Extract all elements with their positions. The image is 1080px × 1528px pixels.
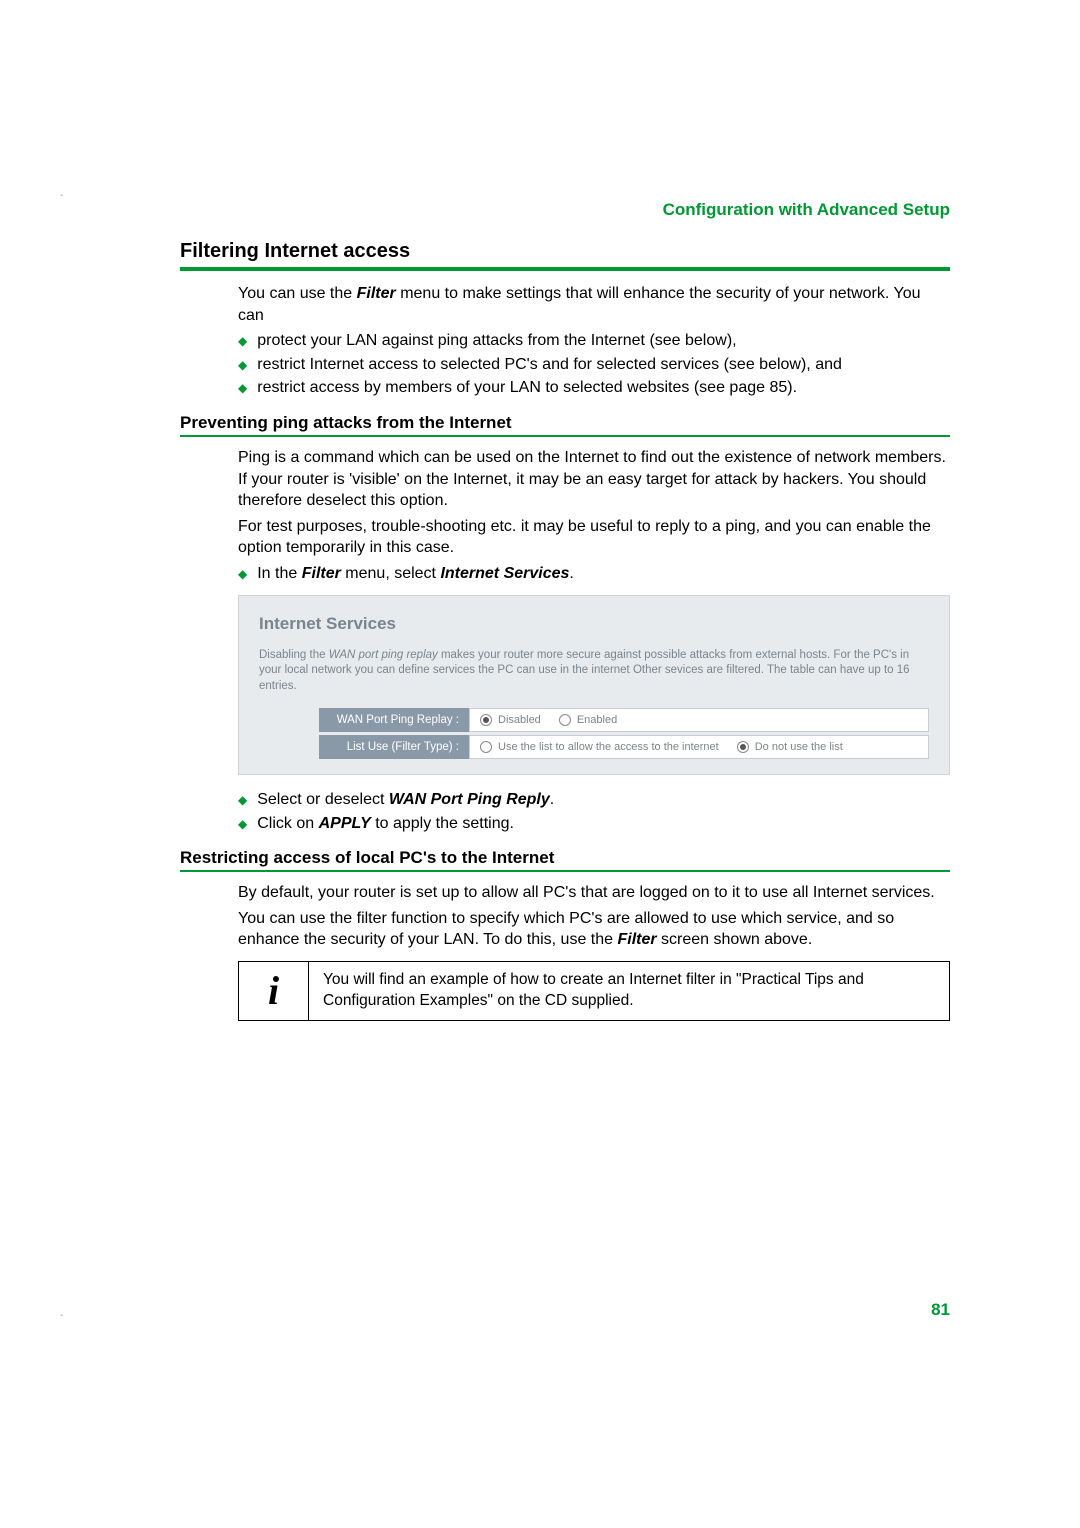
info-icon: i — [239, 962, 309, 1020]
text: In the — [257, 565, 301, 582]
text: menu, select — [341, 565, 441, 582]
info-callout: i You will find an example of how to cre… — [238, 961, 950, 1021]
ping-paragraph-2: For test purposes, trouble-shooting etc.… — [238, 516, 950, 559]
text: . — [550, 791, 554, 808]
text: Click on — [257, 815, 318, 832]
radio-disabled[interactable] — [480, 714, 492, 726]
bullet-text: protect your LAN against ping attacks fr… — [257, 330, 736, 352]
field-value: Disabled Enabled — [469, 708, 929, 732]
step-item: ◆ Click on APPLY to apply the setting. — [238, 813, 950, 835]
crop-mark-top: - — [60, 190, 63, 201]
bullet-item: ◆ restrict Internet access to selected P… — [238, 354, 950, 376]
info-text: You will find an example of how to creat… — [309, 962, 949, 1020]
text: Select or deselect — [257, 791, 389, 808]
step-item: ◆ Select or deselect WAN Port Ping Reply… — [238, 789, 950, 811]
bullet-text: restrict Internet access to selected PC'… — [257, 354, 842, 376]
step-text: Select or deselect WAN Port Ping Reply. — [257, 789, 554, 811]
field-label: WAN Port Ping Replay : — [319, 708, 469, 732]
bullet-icon: ◆ — [238, 563, 247, 585]
radio-do-not-use-list[interactable] — [737, 741, 749, 753]
radio-label: Enabled — [577, 714, 617, 726]
router-screenshot: Internet Services Disabling the WAN port… — [238, 595, 950, 776]
bullet-icon: ◆ — [238, 789, 247, 811]
crop-mark-bottom: - — [60, 1310, 63, 1321]
heading-filtering-internet: Filtering Internet access — [180, 240, 950, 263]
bullet-item: ◆ protect your LAN against ping attacks … — [238, 330, 950, 352]
bullet-icon: ◆ — [238, 813, 247, 835]
filter-keyword: Filter — [357, 285, 396, 302]
heading-rule — [180, 267, 950, 271]
radio-label: Use the list to allow the access to the … — [498, 741, 719, 753]
heading-preventing-ping: Preventing ping attacks from the Interne… — [180, 413, 950, 433]
text: screen shown above. — [657, 931, 813, 948]
page-number: 81 — [931, 1300, 950, 1320]
bullet-item: ◆ restrict access by members of your LAN… — [238, 377, 950, 399]
heading-rule — [180, 870, 950, 872]
bullet-icon: ◆ — [238, 330, 247, 352]
screenshot-row-wan-ping: WAN Port Ping Replay : Disabled Enabled — [319, 708, 929, 732]
heading-restricting-access: Restricting access of local PC's to the … — [180, 848, 950, 868]
wan-port-ping-replay-italic: WAN port ping replay — [329, 649, 438, 661]
radio-label: Disabled — [498, 714, 541, 726]
screenshot-row-list-use: List Use (Filter Type) : Use the list to… — [319, 735, 929, 759]
intro-paragraph: You can use the Filter menu to make sett… — [238, 283, 950, 326]
internet-services-keyword: Internet Services — [440, 565, 569, 582]
filter-keyword: Filter — [617, 931, 656, 948]
section-header: Configuration with Advanced Setup — [180, 200, 950, 220]
bullet-icon: ◆ — [238, 377, 247, 399]
restrict-paragraph-2: You can use the filter function to speci… — [238, 908, 950, 951]
screenshot-description: Disabling the WAN port ping replay makes… — [259, 648, 929, 695]
step-text: In the Filter menu, select Internet Serv… — [257, 563, 574, 585]
field-value: Use the list to allow the access to the … — [469, 735, 929, 759]
step-text: Click on APPLY to apply the setting. — [257, 813, 514, 835]
wan-port-ping-reply-keyword: WAN Port Ping Reply — [389, 791, 550, 808]
filter-keyword: Filter — [302, 565, 341, 582]
radio-label: Do not use the list — [755, 741, 843, 753]
field-label: List Use (Filter Type) : — [319, 735, 469, 759]
screenshot-title: Internet Services — [259, 614, 929, 634]
heading-rule — [180, 435, 950, 437]
bullet-text: restrict access by members of your LAN t… — [257, 377, 797, 399]
restrict-paragraph-1: By default, your router is set up to all… — [238, 882, 950, 904]
radio-enabled[interactable] — [559, 714, 571, 726]
bullet-icon: ◆ — [238, 354, 247, 376]
ping-paragraph-1: Ping is a command which can be used on t… — [238, 447, 950, 512]
page-content: Configuration with Advanced Setup Filter… — [0, 0, 1080, 1021]
text: You can use the — [238, 285, 357, 302]
radio-use-list[interactable] — [480, 741, 492, 753]
text: to apply the setting. — [371, 815, 514, 832]
apply-keyword: APPLY — [319, 815, 371, 832]
text: Disabling the — [259, 649, 329, 661]
text: . — [569, 565, 573, 582]
step-item: ◆ In the Filter menu, select Internet Se… — [238, 563, 950, 585]
